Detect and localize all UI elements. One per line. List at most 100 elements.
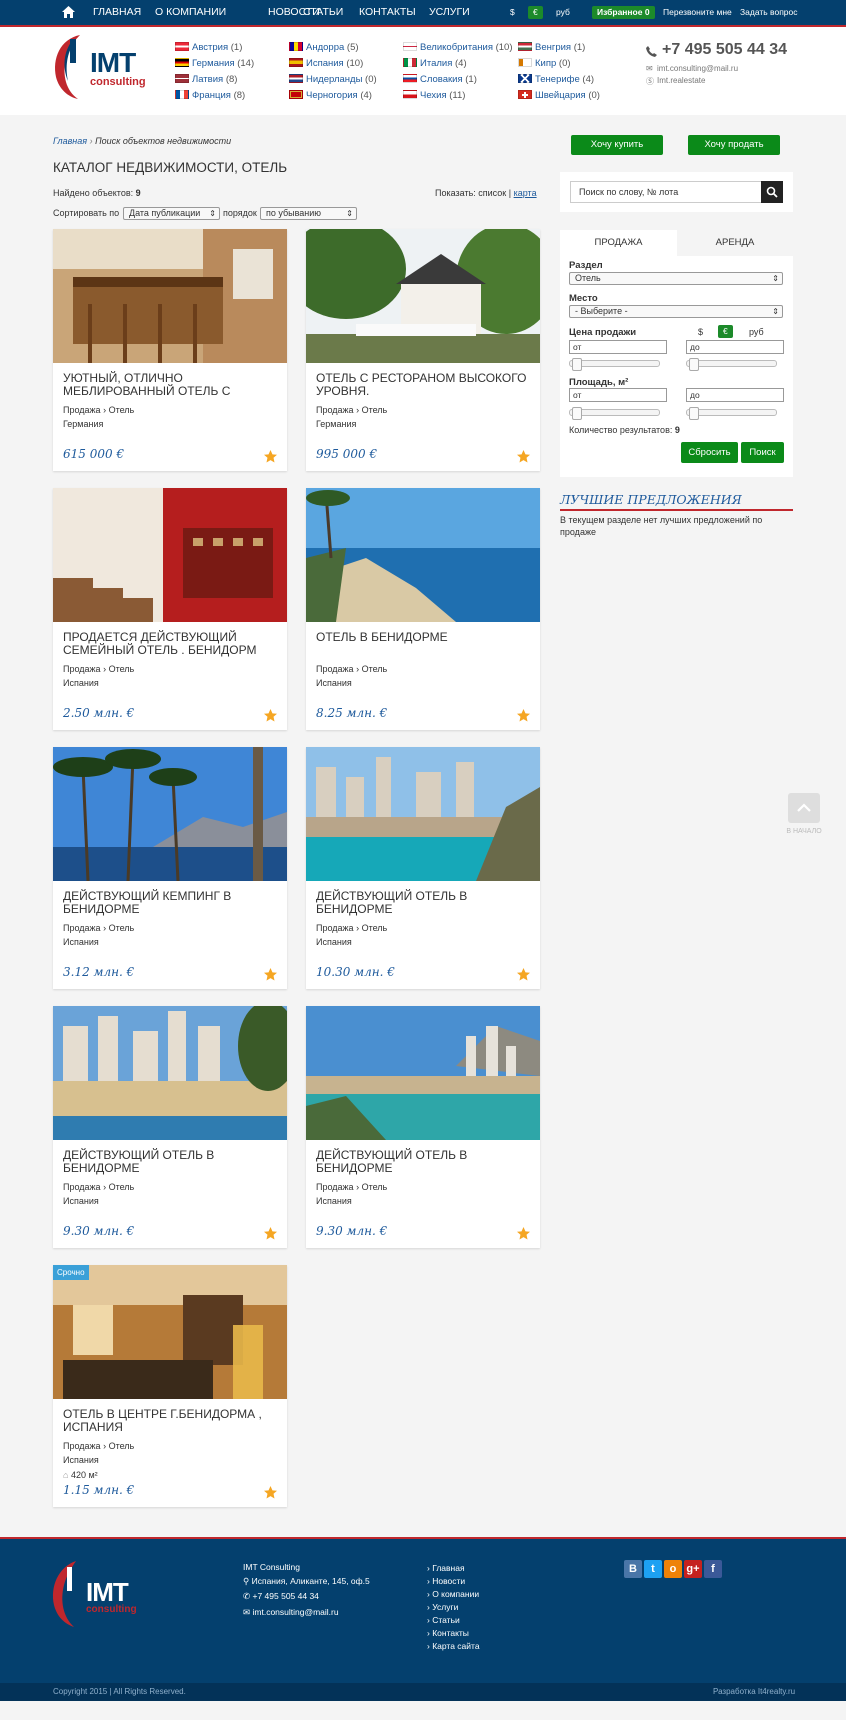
nav-services[interactable]: Услуги xyxy=(429,0,470,25)
price-to-slider[interactable] xyxy=(686,358,777,371)
sort-order-select[interactable]: по убыванию xyxy=(260,207,357,220)
favorite-star-icon[interactable] xyxy=(264,968,277,981)
listing-title[interactable]: ДЕЙСТВУЮЩИЙ ОТЕЛЬ В БЕНИДОРМЕ xyxy=(316,1149,531,1175)
country-germany[interactable]: Германия (14) xyxy=(175,58,254,69)
listing-image[interactable] xyxy=(53,488,287,622)
listing-card[interactable]: УЮТНЫЙ, ОТЛИЧНО МЕБЛИРОВАННЫЙ ОТЕЛЬ С Пр… xyxy=(53,229,287,471)
country-italy[interactable]: Италия (4) xyxy=(403,58,467,69)
listing-card[interactable]: ДЕЙСТВУЮЩИЙ ОТЕЛЬ В БЕНИДОРМЕ Продажа › … xyxy=(306,1006,540,1248)
footer-link-home[interactable]: › Главная xyxy=(427,1563,465,1573)
favorite-star-icon[interactable] xyxy=(264,1227,277,1240)
listing-title[interactable]: ОТЕЛЬ В ЦЕНТРЕ Г.БЕНИДОРМА , ИСПАНИЯ xyxy=(63,1408,278,1434)
footer-link-articles[interactable]: › Статьи xyxy=(427,1615,460,1625)
country-netherlands[interactable]: Нидерланды (0) xyxy=(289,74,377,85)
listing-title[interactable]: ОТЕЛЬ С РЕСТОРАНОМ ВЫСОКОГО УРОВНЯ. xyxy=(316,372,531,398)
price-to-input[interactable]: до xyxy=(686,340,784,354)
search-button[interactable] xyxy=(761,181,783,203)
country-france[interactable]: Франция (8) xyxy=(175,90,245,101)
footer-email[interactable]: ✉ imt.consulting@mail.ru xyxy=(243,1607,339,1618)
header-email[interactable]: imt.consulting@mail.ru xyxy=(657,64,738,73)
footer-link-services[interactable]: › Услуги xyxy=(427,1602,458,1612)
area-to-slider[interactable] xyxy=(686,407,777,420)
search-input[interactable]: Поиск по слову, № лота xyxy=(570,181,762,203)
reset-button[interactable]: Сбросить xyxy=(681,442,738,463)
filter-currency-eur[interactable]: € xyxy=(718,325,733,338)
currency-rub[interactable]: руб xyxy=(556,0,570,25)
country-montenegro[interactable]: Черногория (4) xyxy=(289,90,372,101)
odnoklassniki-icon[interactable]: o xyxy=(664,1560,682,1578)
header-skype[interactable]: Imt.realestate xyxy=(657,76,705,85)
listing-image[interactable] xyxy=(53,747,287,881)
favorite-star-icon[interactable] xyxy=(264,709,277,722)
facebook-icon[interactable]: f xyxy=(704,1560,722,1578)
nav-articles[interactable]: Статьи xyxy=(303,0,343,25)
listing-image[interactable] xyxy=(306,1006,540,1140)
section-select[interactable]: Отель xyxy=(569,272,783,285)
favorite-star-icon[interactable] xyxy=(517,968,530,981)
price-from-slider[interactable] xyxy=(569,358,660,371)
listing-title[interactable]: ДЕЙСТВУЮЩИЙ ОТЕЛЬ В БЕНИДОРМЕ xyxy=(316,890,531,916)
twitter-icon[interactable]: t xyxy=(644,1560,662,1578)
listing-image[interactable] xyxy=(53,229,287,363)
search-submit-button[interactable]: Поиск xyxy=(741,442,784,463)
nav-home[interactable]: Главная xyxy=(93,0,141,25)
footer-logo[interactable]: IMT consulting xyxy=(50,1559,150,1629)
listing-title[interactable]: ДЕЙСТВУЮЩИЙ КЕМПИНГ В БЕНИДОРМЕ xyxy=(63,890,278,916)
breadcrumb-home[interactable]: Главная xyxy=(53,136,87,146)
country-cyprus[interactable]: Кипр (0) xyxy=(518,58,571,69)
logo[interactable]: IMT consulting xyxy=(50,31,150,101)
footer-link-news[interactable]: › Новости xyxy=(427,1576,465,1586)
country-tenerife[interactable]: Тенерифе (4) xyxy=(518,74,594,85)
place-select[interactable]: - Выберите - xyxy=(569,305,783,318)
country-hungary[interactable]: Венгрия (1) xyxy=(518,42,585,53)
footer-link-sitemap[interactable]: › Карта сайта xyxy=(427,1641,480,1651)
country-andorra[interactable]: Андорра (5) xyxy=(289,42,359,53)
vk-icon[interactable]: B xyxy=(624,1560,642,1578)
listing-image[interactable] xyxy=(306,488,540,622)
country-austria[interactable]: Австрия (1) xyxy=(175,42,242,53)
home-icon[interactable] xyxy=(62,6,75,18)
listing-title[interactable]: ПРОДАЕТСЯ ДЕЙСТВУЮЩИЙ СЕМЕЙНЫЙ ОТЕЛЬ . Б… xyxy=(63,631,278,657)
favorite-star-icon[interactable] xyxy=(517,1227,530,1240)
country-uk[interactable]: Великобритания (10) xyxy=(403,42,513,53)
favorite-star-icon[interactable] xyxy=(264,450,277,463)
country-switzerland[interactable]: Швейцария (0) xyxy=(518,90,600,101)
listing-title[interactable]: УЮТНЫЙ, ОТЛИЧНО МЕБЛИРОВАННЫЙ ОТЕЛЬ С xyxy=(63,372,278,398)
developer-link[interactable]: Разработка It4realty.ru xyxy=(713,1687,795,1696)
favorite-star-icon[interactable] xyxy=(517,450,530,463)
filter-currency-rub[interactable]: руб xyxy=(749,327,764,337)
country-latvia[interactable]: Латвия (8) xyxy=(175,74,237,85)
listing-card[interactable]: Срочно ОТЕЛЬ В ЦЕНТРЕ Г.БЕНИДОРМА , ИСПА… xyxy=(53,1265,287,1507)
listing-image[interactable] xyxy=(306,229,540,363)
favorite-star-icon[interactable] xyxy=(264,1486,277,1499)
listing-card[interactable]: ДЕЙСТВУЮЩИЙ ОТЕЛЬ В БЕНИДОРМЕ Продажа › … xyxy=(306,747,540,989)
footer-link-contacts[interactable]: › Контакты xyxy=(427,1628,469,1638)
area-from-input[interactable]: от xyxy=(569,388,667,402)
nav-about[interactable]: О компании xyxy=(155,0,226,25)
listing-card[interactable]: ДЕЙСТВУЮЩИЙ КЕМПИНГ В БЕНИДОРМЕ Продажа … xyxy=(53,747,287,989)
listing-image[interactable]: Срочно xyxy=(53,1265,287,1399)
back-to-top-button[interactable] xyxy=(788,793,820,823)
listing-title[interactable]: ОТЕЛЬ В БЕНИДОРМЕ xyxy=(316,631,531,644)
header-phone[interactable]: +7 495 505 44 34 xyxy=(662,41,787,59)
nav-contacts[interactable]: Контакты xyxy=(359,0,416,25)
callback-link[interactable]: Перезвоните мне xyxy=(663,0,732,25)
view-map-link[interactable]: карта xyxy=(514,188,537,198)
country-slovakia[interactable]: Словакия (1) xyxy=(403,74,477,85)
area-to-input[interactable]: до xyxy=(686,388,784,402)
price-from-input[interactable]: от xyxy=(569,340,667,354)
country-spain[interactable]: Испания (10) xyxy=(289,58,363,69)
view-list-link[interactable]: список xyxy=(478,188,506,198)
favorites-badge[interactable]: Избранное 0 xyxy=(592,6,655,19)
currency-eur[interactable]: € xyxy=(528,6,543,19)
footer-phone[interactable]: ✆ +7 495 505 44 34 xyxy=(243,1591,319,1602)
listing-card[interactable]: ОТЕЛЬ В БЕНИДОРМЕ Продажа › Отель Испани… xyxy=(306,488,540,730)
listing-card[interactable]: ДЕЙСТВУЮЩИЙ ОТЕЛЬ В БЕНИДОРМЕ Продажа › … xyxy=(53,1006,287,1248)
google-plus-icon[interactable]: g+ xyxy=(684,1560,702,1578)
listing-image[interactable] xyxy=(53,1006,287,1140)
want-buy-button[interactable]: Хочу купить xyxy=(571,135,663,155)
listing-title[interactable]: ДЕЙСТВУЮЩИЙ ОТЕЛЬ В БЕНИДОРМЕ xyxy=(63,1149,278,1175)
favorite-star-icon[interactable] xyxy=(517,709,530,722)
tab-sale[interactable]: ПРОДАЖА xyxy=(560,230,677,256)
tab-rent[interactable]: АРЕНДА xyxy=(677,230,793,256)
